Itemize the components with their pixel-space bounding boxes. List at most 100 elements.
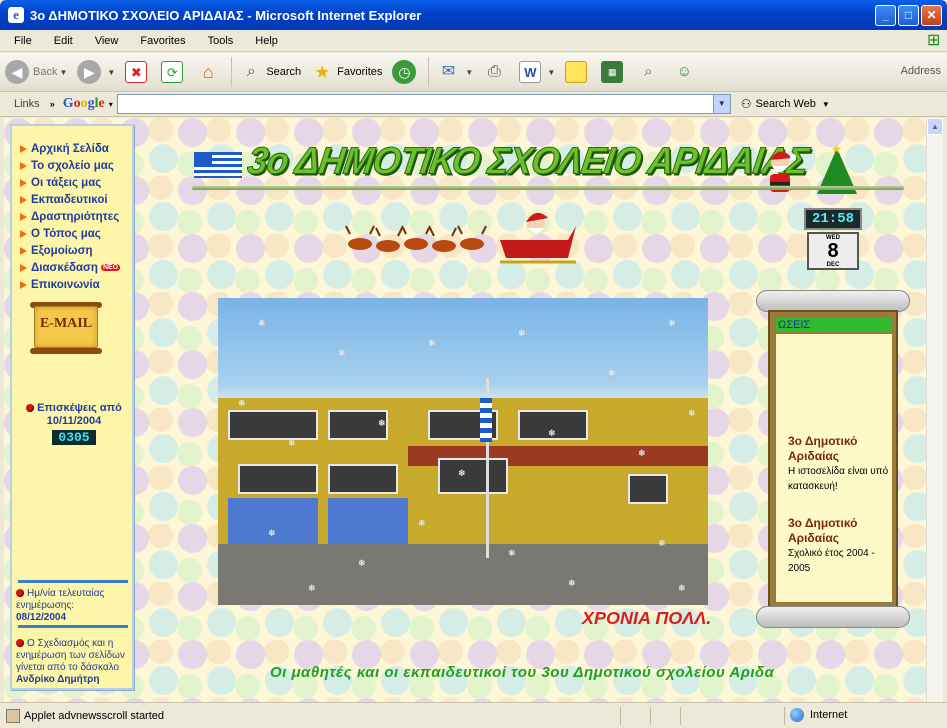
school-photo: ❄ ❄ ❄ ❄ ❄ ❄ ❄ ❄ ❄ ❄ ❄ ❄ ❄ ❄ ❄ ❄ ❄ ❄ ❄ ❄ … [218, 298, 708, 605]
google-dropdown-icon[interactable]: ▾ [109, 100, 113, 109]
divider [18, 580, 128, 583]
scroll-bottom-rod [756, 606, 910, 628]
standard-toolbar: ◀ Back ▼ ▶ ▼ ✖ ⟳ ⌂ ⌕ Search ★ Favorites … [0, 53, 947, 92]
menu-edit[interactable]: Edit [40, 35, 81, 47]
home-button[interactable]: ⌂ [192, 56, 228, 88]
email-label: E-MAIL [39, 316, 93, 331]
messenger-button[interactable]: ☺ [668, 56, 704, 88]
snowflake-icon: ❄ [458, 468, 466, 478]
sidebar-item-home[interactable]: Αρχική Σελίδα [12, 140, 132, 157]
snowflake-icon: ❄ [288, 438, 296, 448]
menu-bar: File Edit View Favorites Tools Help ⊞ [0, 30, 947, 52]
applet-icon [6, 708, 20, 723]
discuss-button[interactable] [560, 56, 596, 88]
google-search-input[interactable]: ▼ [116, 94, 731, 114]
email-button[interactable]: E-MAIL [30, 298, 102, 358]
photo-flag [480, 398, 492, 442]
triangle-bullet-icon [20, 195, 27, 204]
page-vertical-scrollbar[interactable]: ▲ [926, 118, 943, 702]
forward-dropdown-icon[interactable]: ▼ [107, 68, 115, 77]
snowflake-icon: ❄ [238, 398, 246, 408]
status-divider [784, 707, 785, 725]
refresh-button[interactable]: ⟳ [156, 56, 192, 88]
clock-widget: 21:58 WED 8 DEC [804, 208, 862, 270]
toolbar-separator [231, 57, 233, 87]
snowflake-icon: ❄ [268, 528, 276, 538]
status-divider [650, 707, 651, 725]
last-updated: Ημ/νία τελευταίας ενημέρωσης: 08/12/2004 [16, 588, 105, 623]
address-label[interactable]: Address [901, 65, 941, 77]
news-item[interactable]: 3ο Δημοτικό Αριδαίας Η ιστοσελίδα είναι … [788, 434, 892, 494]
news-scroller-frame: ΩΣΕΙΣ 3ο Δημοτικό Αριδαίας Η ιστοσελίδα … [768, 310, 898, 608]
status-bar: Applet advnewsscroll started Internet [0, 702, 947, 728]
news-item-text: Σχολικό έτος 2004 - 2005 [788, 548, 875, 574]
search-web-button[interactable]: ⚇ Search Web ▼ [741, 97, 830, 111]
links-label[interactable]: Links [0, 98, 40, 110]
snowflake-icon: ❄ [258, 318, 266, 328]
visits-since-date: 10/11/2004 [46, 415, 102, 427]
research-button[interactable]: ⌕ [632, 56, 668, 88]
sidebar-item-fun[interactable]: Διασκέδαση NEO [12, 259, 132, 276]
photo-road [218, 544, 708, 605]
triangle-bullet-icon [20, 263, 27, 272]
snowflake-icon: ❄ [428, 338, 436, 348]
bottom-marquee: Οι μαθητές και οι εκπαιδευτικοί του 3ου … [270, 664, 775, 681]
banner-underline [192, 186, 904, 190]
menu-tools[interactable]: Tools [194, 35, 242, 47]
scroll-up-arrow-icon[interactable]: ▲ [927, 118, 943, 135]
photo-window [328, 464, 398, 494]
back-dropdown-icon[interactable]: ▼ [59, 68, 67, 77]
stop-icon: ✖ [125, 61, 148, 83]
visit-counter: Επισκέψεις από 10/11/2004 0305 [16, 402, 132, 445]
mail-button[interactable]: ✉ ▼ [432, 56, 478, 88]
forward-arrow-icon: ▶ [77, 60, 102, 84]
links-chevron-icon[interactable]: » [50, 99, 55, 109]
sidebar-item-activities[interactable]: Δραστηριότητες [12, 208, 132, 225]
greek-flag-icon [194, 152, 242, 178]
news-header: ΩΣΕΙΣ [776, 318, 892, 332]
greeting-marquee: ΧΡΟΝΙΑ ΠΟΛΛ. [582, 608, 712, 628]
history-button[interactable]: ◷ [387, 56, 425, 88]
menu-help[interactable]: Help [241, 35, 286, 47]
refresh-icon: ⟳ [161, 61, 184, 83]
maximize-button[interactable]: □ [898, 5, 919, 26]
minimize-button[interactable]: _ [875, 5, 896, 26]
edit-dropdown-icon[interactable]: ▼ [547, 68, 555, 77]
pro-button[interactable]: ▦ [596, 56, 632, 88]
search-icon: ⌕ [246, 63, 256, 80]
edit-button[interactable]: W ▼ [514, 56, 560, 88]
print-button[interactable]: ⎙ [478, 56, 514, 88]
sidebar-item-classes[interactable]: Οι τάξεις μας [12, 174, 132, 191]
google-logo[interactable]: Google [63, 96, 105, 112]
snowflake-icon: ❄ [518, 328, 526, 338]
back-button[interactable]: ◀ Back ▼ [0, 56, 72, 88]
search-web-dropdown-icon[interactable]: ▼ [822, 100, 830, 109]
news-paper: 3ο Δημοτικό Αριδαίας Η ιστοσελίδα είναι … [776, 334, 892, 602]
forward-button[interactable]: ▶ ▼ [72, 56, 120, 88]
news-item[interactable]: 3ο Δημοτικό Αριδαίας Σχολικό έτος 2004 -… [788, 516, 892, 576]
sidebar-item-teachers[interactable]: Εκπαιδευτικοί [12, 191, 132, 208]
security-zone: Internet [790, 708, 847, 722]
sidebar-item-place[interactable]: Ο Τόπος μας [12, 225, 132, 242]
menu-favorites[interactable]: Favorites [126, 35, 193, 47]
search-button[interactable]: ⌕ Search [235, 56, 306, 88]
sidebar-item-contact[interactable]: Επικοινωνία [12, 276, 132, 293]
favorites-button[interactable]: ★ Favorites [306, 56, 387, 88]
binoculars-icon: ⚇ [740, 97, 752, 111]
snowflake-icon: ❄ [658, 538, 666, 548]
red-bullet-icon [26, 404, 35, 413]
internet-globe-icon [790, 708, 804, 722]
menu-file[interactable]: File [0, 35, 40, 47]
close-button[interactable]: ✕ [921, 5, 942, 26]
sidebar-item-school[interactable]: Το σχολείο μας [12, 157, 132, 174]
stop-button[interactable]: ✖ [120, 56, 156, 88]
news-item-text: Η ιστοσελίδα είναι υπό κατασκευή! [788, 466, 889, 492]
snowflake-icon: ❄ [678, 583, 686, 593]
mail-dropdown-icon[interactable]: ▼ [465, 68, 473, 77]
triangle-bullet-icon [20, 229, 27, 238]
menu-view[interactable]: View [81, 35, 127, 47]
google-search-dropdown-icon[interactable]: ▼ [712, 95, 730, 113]
credits-name: Ανδρίκο Δημήτρη [16, 674, 100, 685]
snowflake-icon: ❄ [568, 578, 576, 588]
sidebar-item-simulation[interactable]: Εξομοίωση [12, 242, 132, 259]
